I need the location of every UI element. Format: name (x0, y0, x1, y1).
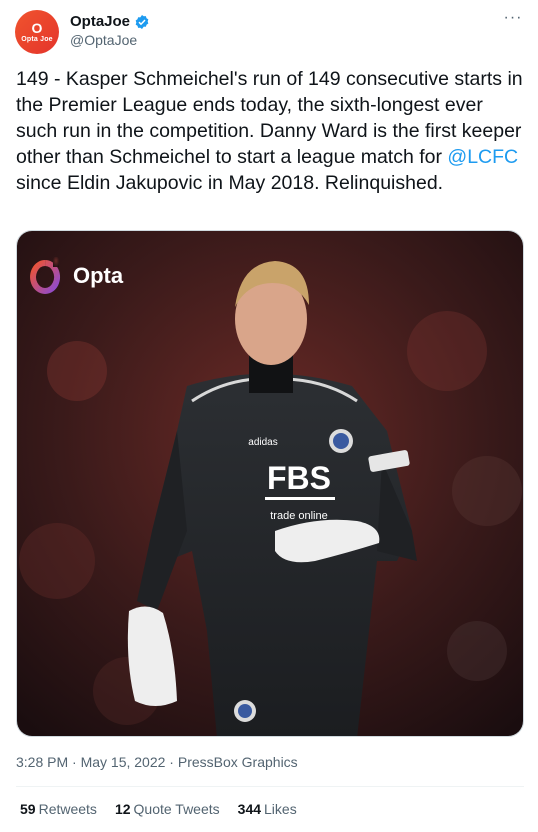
author-names: OptaJoe @OptaJoe (70, 13, 150, 48)
opta-logo-icon: O (31, 19, 43, 36)
display-name[interactable]: OptaJoe (70, 13, 130, 30)
more-options-icon[interactable]: ··· (501, 10, 525, 30)
divider (16, 786, 524, 787)
tweet-header: O Opta Joe OptaJoe @OptaJoe ··· (15, 10, 525, 54)
retweets-count: 59 (20, 801, 36, 817)
tweet-media-image[interactable]: Opta adidas FBS trade online (16, 230, 524, 737)
mention-link[interactable]: @LCFC (447, 146, 518, 168)
quotes-count: 12 (114, 801, 131, 817)
engagement-stats: 59 Retweets 12 Quote Tweets 344 Likes (20, 801, 297, 817)
avatar[interactable]: O Opta Joe (15, 10, 59, 54)
tweet-text: 149 - Kasper Schmeichel's run of 149 con… (16, 66, 524, 196)
likes-stat[interactable]: 344 Likes (238, 801, 297, 817)
handle[interactable]: @OptaJoe (70, 32, 150, 48)
likes-label: Likes (264, 801, 297, 817)
retweets-stat[interactable]: 59 Retweets (20, 801, 97, 817)
likes-count: 344 (237, 801, 262, 817)
quotes-label: Quote Tweets (133, 801, 220, 817)
verified-badge-icon (135, 14, 149, 29)
tweet-timestamp[interactable]: 3:28 PM · May 15, 2022 · PressBox Graphi… (16, 754, 298, 770)
sponsor-sub-label: trade online (270, 510, 328, 522)
avatar-label: Opta Joe (21, 35, 53, 43)
tweet-text-part: since Eldin Jakupovic in May 2018. Relin… (16, 172, 444, 194)
quote-tweets-stat[interactable]: 12 Quote Tweets (115, 801, 220, 817)
opta-brand-label: Opta (73, 263, 124, 288)
retweets-label: Retweets (38, 801, 97, 817)
kit-brand-label: adidas (248, 437, 277, 448)
goalkeeper-photo: Opta adidas FBS trade online (17, 231, 523, 736)
sponsor-label: FBS (267, 460, 331, 496)
